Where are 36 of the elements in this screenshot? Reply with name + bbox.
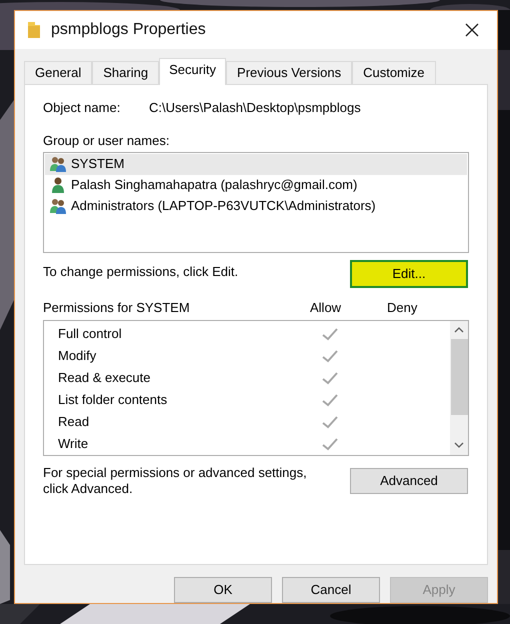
dialog-button[interactable]: Cancel xyxy=(282,577,380,603)
user-icon xyxy=(49,177,67,194)
column-header: Deny xyxy=(387,298,418,317)
permission-name: List folder contents xyxy=(58,390,168,409)
user-list-item[interactable]: Palash Singhamahapatra (palashryc@gmail.com) xyxy=(45,174,467,196)
user-name: SYSTEM xyxy=(71,155,124,174)
field-label: Object name: xyxy=(43,98,122,117)
tab[interactable]: Sharing xyxy=(92,60,160,84)
column-header: Allow xyxy=(310,298,342,317)
tab[interactable]: Previous Versions xyxy=(226,60,352,84)
hint-text: To change permissions, click Edit. xyxy=(43,262,240,281)
user-name: Administrators (LAPTOP-P63VUTCK\Administrators) xyxy=(71,197,376,216)
users-icon xyxy=(49,198,67,214)
scrollbar[interactable] xyxy=(450,320,468,455)
users-icon xyxy=(49,156,67,172)
permission-name: Write xyxy=(58,434,90,453)
permission-name: Modify xyxy=(58,346,98,365)
hint-text: For special permissions or advanced settings, click Advanced. xyxy=(43,464,308,497)
tab[interactable]: Security xyxy=(159,58,226,85)
permission-name: Full control xyxy=(58,324,123,343)
section-label: Group or user names: xyxy=(43,132,170,149)
dialog-button[interactable]: OK xyxy=(174,577,272,603)
permission-name: Read & execute xyxy=(58,368,152,387)
user-list-item[interactable]: SYSTEM xyxy=(45,154,467,175)
scroll-thumb[interactable] xyxy=(450,338,468,415)
tab[interactable]: General xyxy=(24,60,92,84)
permission-name: Read xyxy=(58,412,90,431)
window-title: psmpblogs Properties xyxy=(51,20,206,40)
edit-button[interactable]: Edit... xyxy=(350,260,468,288)
tab[interactable]: Customize xyxy=(352,60,436,84)
close-icon[interactable] xyxy=(465,22,479,37)
section-label: Permissions for SYSTEM xyxy=(43,298,191,317)
user-name: Palash Singhamahapatra (palashryc@gmail.com) xyxy=(71,176,358,194)
folder-icon xyxy=(27,20,41,39)
advanced-button[interactable]: Advanced xyxy=(350,468,468,494)
field-value: C:\Users\Palash\Desktop\psmpblogs xyxy=(149,98,361,117)
